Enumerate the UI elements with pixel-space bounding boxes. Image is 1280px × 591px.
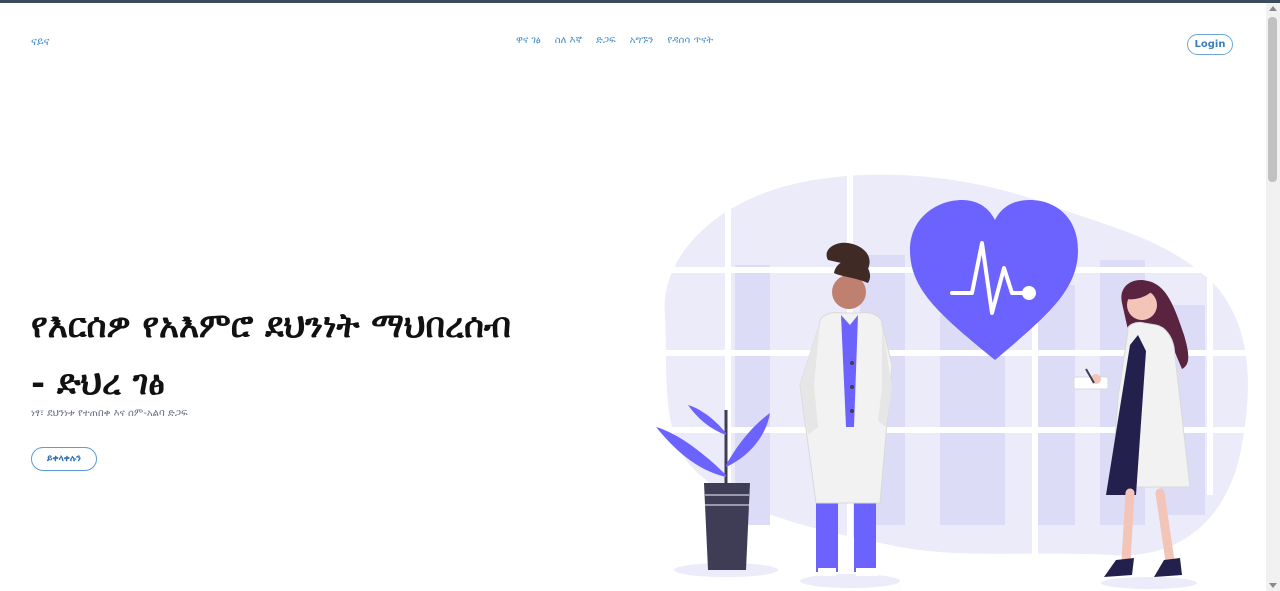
main-nav: ዋና ገፅ ስለ እኛ ድጋፍ አግኙን የዳሰሳ ጥናት <box>516 35 713 46</box>
scroll-down-arrow-icon[interactable] <box>1269 583 1277 588</box>
hero-subtitle: ነፃ፣ ደህንነቱ የተጠበቀ እና ሰም-አልባ ድጋፍ <box>31 408 188 419</box>
hero-title: የእርሰዎ የአእምሮ ደህንነት ማህበረሰብ - ድህረ ገፅ <box>31 298 631 412</box>
join-button[interactable]: ይቀላቀሉን <box>31 447 97 471</box>
nav-item-support[interactable]: ድጋፍ <box>596 35 616 46</box>
top-border <box>0 0 1280 3</box>
nav-item-home[interactable]: ዋና ገፅ <box>516 35 541 46</box>
nav-item-contact[interactable]: አግኙን <box>630 35 654 46</box>
hero-illustration <box>656 170 1250 589</box>
nav-item-about[interactable]: ስለ እኛ <box>555 35 582 46</box>
login-button[interactable]: Login <box>1187 34 1233 55</box>
page-scrollbar[interactable] <box>1266 3 1280 591</box>
scrollbar-thumb[interactable] <box>1268 17 1277 182</box>
site-logo[interactable]: ናይና <box>31 35 49 49</box>
hero-title-line1: የእርሰዎ የአእምሮ ደህንነት ማህበረሰብ <box>31 306 511 346</box>
scroll-up-arrow-icon[interactable] <box>1269 6 1277 11</box>
hero-title-line2: - ድህረ ገፅ <box>31 363 165 403</box>
nav-item-survey[interactable]: የዳሰሳ ጥናት <box>667 35 713 46</box>
